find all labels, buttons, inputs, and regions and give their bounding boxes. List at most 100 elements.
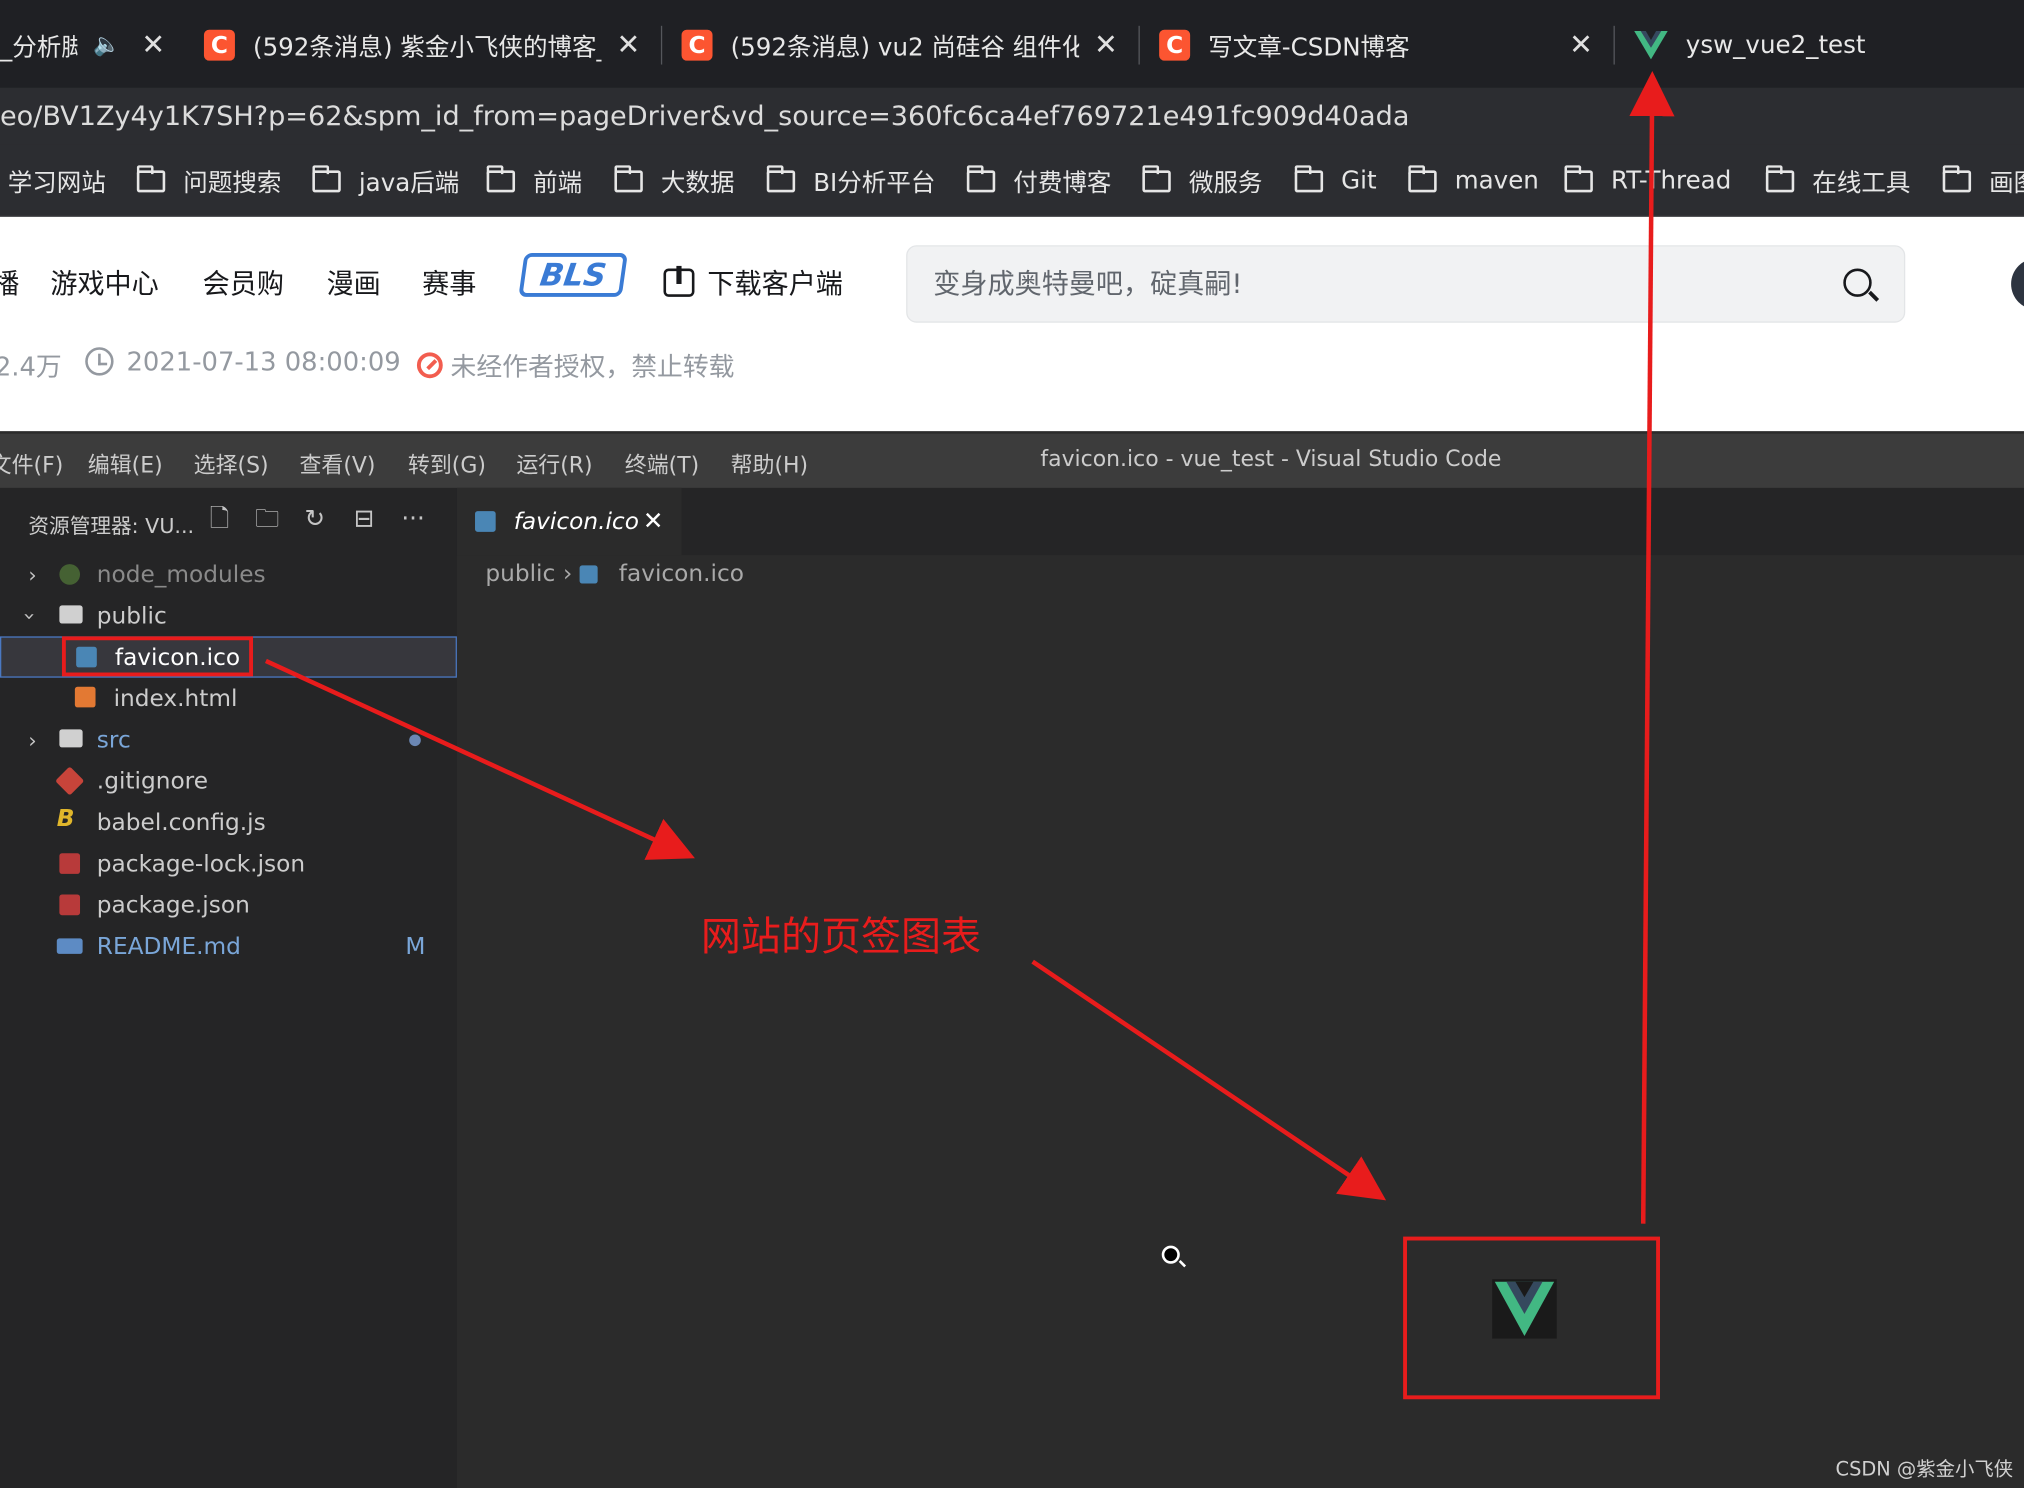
bookmark-label: Git [1341, 166, 1377, 195]
bookmark-item[interactable]: RT-Thread [1564, 164, 1731, 198]
node-modules-icon [59, 564, 81, 585]
menu-run[interactable]: 运行(R) [516, 447, 592, 479]
folder-icon [1408, 164, 1437, 192]
menu-file[interactable]: 文件(F) [0, 447, 63, 479]
avatar[interactable] [2011, 258, 2024, 310]
folder-icon [1765, 164, 1795, 192]
tree-item-src[interactable]: › src [0, 719, 457, 760]
tree-item-node-modules[interactable]: › node_modules [0, 554, 457, 595]
more-actions-icon[interactable]: ··· [400, 506, 426, 532]
editor-tab-favicon[interactable]: favicon.ico ✕ [456, 487, 682, 556]
close-icon[interactable]: ✕ [643, 507, 664, 535]
tab-separator [1613, 25, 1615, 65]
csdn-favicon-icon: C [1159, 29, 1191, 61]
address-bar[interactable]: eo/BV1Zy4y1K7SH?p=62&spm_id_from=pageDri… [0, 87, 2024, 145]
collapse-all-icon[interactable]: ⊟ [351, 506, 377, 532]
git-icon [55, 766, 85, 796]
bookmark-item[interactable]: 在线工具 [1765, 164, 1911, 198]
explorer-title: 资源管理器: VU... [28, 513, 195, 539]
tree-item-label: public [96, 602, 167, 630]
tree-item-package-json[interactable]: package.json [0, 884, 457, 925]
url-text: eo/BV1Zy4y1K7SH?p=62&spm_id_from=pageDri… [0, 100, 1410, 132]
menu-view[interactable]: 查看(V) [299, 447, 375, 479]
bookmark-item[interactable]: java后端 [312, 164, 459, 198]
image-file-icon [475, 511, 496, 532]
bookmark-item[interactable]: 付费博客 [966, 164, 1112, 198]
nav-link-game-center[interactable]: 游戏中心 [50, 263, 158, 302]
new-folder-icon[interactable]: 🗀 [254, 506, 280, 532]
bookmark-item[interactable]: 前端 [486, 164, 582, 198]
menu-selection[interactable]: 选择(S) [194, 447, 269, 479]
bookmark-item[interactable]: BI分析平台 [766, 164, 935, 198]
browser-tab-2[interactable]: C (592条消息) 紫金小飞侠的博客_ ✕ [203, 13, 640, 78]
breadcrumb: public › favicon.ico [485, 560, 744, 587]
view-count: 2.4万 [0, 346, 62, 383]
bls-logo[interactable]: BLS [518, 253, 628, 297]
editor-area: favicon.ico ✕ public › favicon.ico [456, 487, 2024, 1488]
browser-tab-3[interactable]: C (592条消息) vu2 尚硅谷 组件化编 ✕ [681, 13, 1118, 78]
bookmark-label: java后端 [358, 168, 460, 197]
bookmark-label: 问题搜索 [183, 168, 282, 197]
tree-item-package-lock[interactable]: package-lock.json [0, 843, 457, 884]
chevron-right-icon: › [563, 560, 573, 588]
bookmark-label: 付费博客 [1013, 168, 1112, 197]
screenshot-root: _分析脚 🔈 ✕ C (592条消息) 紫金小飞侠的博客_ ✕ C (592条消… [0, 0, 2024, 1488]
search-icon[interactable] [1843, 268, 1872, 297]
breadcrumb-item[interactable]: public [485, 560, 555, 587]
close-icon[interactable]: ✕ [1094, 30, 1118, 62]
chevron-down-icon: › [17, 611, 43, 620]
bookmark-item[interactable]: 大数据 [614, 164, 734, 198]
folder-icon [486, 164, 516, 192]
refresh-icon[interactable]: ↻ [302, 506, 328, 532]
bookmark-label: 学习网站 [7, 168, 106, 197]
bookmark-label: 在线工具 [1812, 168, 1911, 197]
browser-tab-4[interactable]: C 写文章-CSDN博客 ✕ [1159, 13, 1593, 78]
bookmark-item[interactable]: 微服务 [1142, 164, 1262, 198]
chevron-right-icon: › [28, 727, 37, 752]
folder-icon [1142, 164, 1171, 192]
close-icon[interactable]: ✕ [616, 30, 640, 62]
download-client-button[interactable]: 下载客户端 [663, 263, 843, 302]
bookmark-item[interactable]: 学习网站 [8, 164, 106, 198]
folder-icon [59, 605, 83, 624]
bookmark-label: 画图 [1989, 168, 2024, 197]
tree-item-readme[interactable]: README.md M [0, 926, 457, 967]
new-file-icon[interactable]: 🗋 [207, 506, 233, 532]
menu-edit[interactable]: 编辑(E) [88, 447, 163, 479]
menu-terminal[interactable]: 终端(T) [625, 447, 699, 479]
tab-title: (592条消息) 紫金小飞侠的博客_ [253, 32, 602, 62]
tree-item-public[interactable]: › public [0, 595, 457, 636]
annotation-label: 网站的页签图表 [700, 913, 982, 961]
tab-title: ysw_vue2_test [1685, 30, 1866, 60]
image-file-icon [580, 564, 599, 583]
close-icon[interactable]: ✕ [1569, 30, 1593, 62]
speaker-icon[interactable]: 🔈 [93, 32, 120, 58]
browser-tab-1[interactable]: _分析脚 🔈 ✕ [0, 13, 165, 78]
tree-item-babel-config[interactable]: B babel.config.js [0, 802, 457, 843]
nav-link-member-shop[interactable]: 会员购 [203, 263, 284, 302]
search-input[interactable] [933, 262, 1760, 306]
menu-help[interactable]: 帮助(H) [731, 447, 809, 479]
folder-icon [1942, 164, 1972, 192]
nav-link-events[interactable]: 赛事 [422, 263, 476, 302]
bookmark-item[interactable]: maven [1408, 164, 1539, 198]
bookmark-item[interactable]: 画图 [1942, 164, 2024, 198]
nav-link[interactable]: 播 [0, 263, 19, 302]
tree-item-gitignore[interactable]: .gitignore [0, 760, 457, 801]
browser-tab-5-active[interactable]: ysw_vue2_test [1634, 13, 2024, 78]
git-modified-badge: M [405, 932, 426, 960]
nav-link-comics[interactable]: 漫画 [327, 263, 381, 302]
babel-icon: B [56, 805, 75, 833]
bookmark-label: RT-Thread [1610, 166, 1732, 195]
tree-item-label: node_modules [96, 560, 266, 588]
bookmark-item[interactable]: 问题搜索 [136, 164, 282, 198]
bookmark-item[interactable]: Git [1294, 164, 1377, 198]
menu-go[interactable]: 转到(G) [408, 447, 486, 479]
folder-icon [136, 164, 166, 192]
tree-item-index-html[interactable]: index.html [0, 678, 457, 719]
bilibili-header: 播 游戏中心 会员购 漫画 赛事 BLS 下载客户端 2.4万 2021-07-… [0, 216, 2024, 432]
publish-date: 2021-07-13 08:00:09 [85, 346, 401, 377]
breadcrumb-item[interactable]: favicon.ico [619, 560, 744, 587]
publish-date-text: 2021-07-13 08:00:09 [126, 345, 401, 377]
close-icon[interactable]: ✕ [141, 30, 165, 62]
